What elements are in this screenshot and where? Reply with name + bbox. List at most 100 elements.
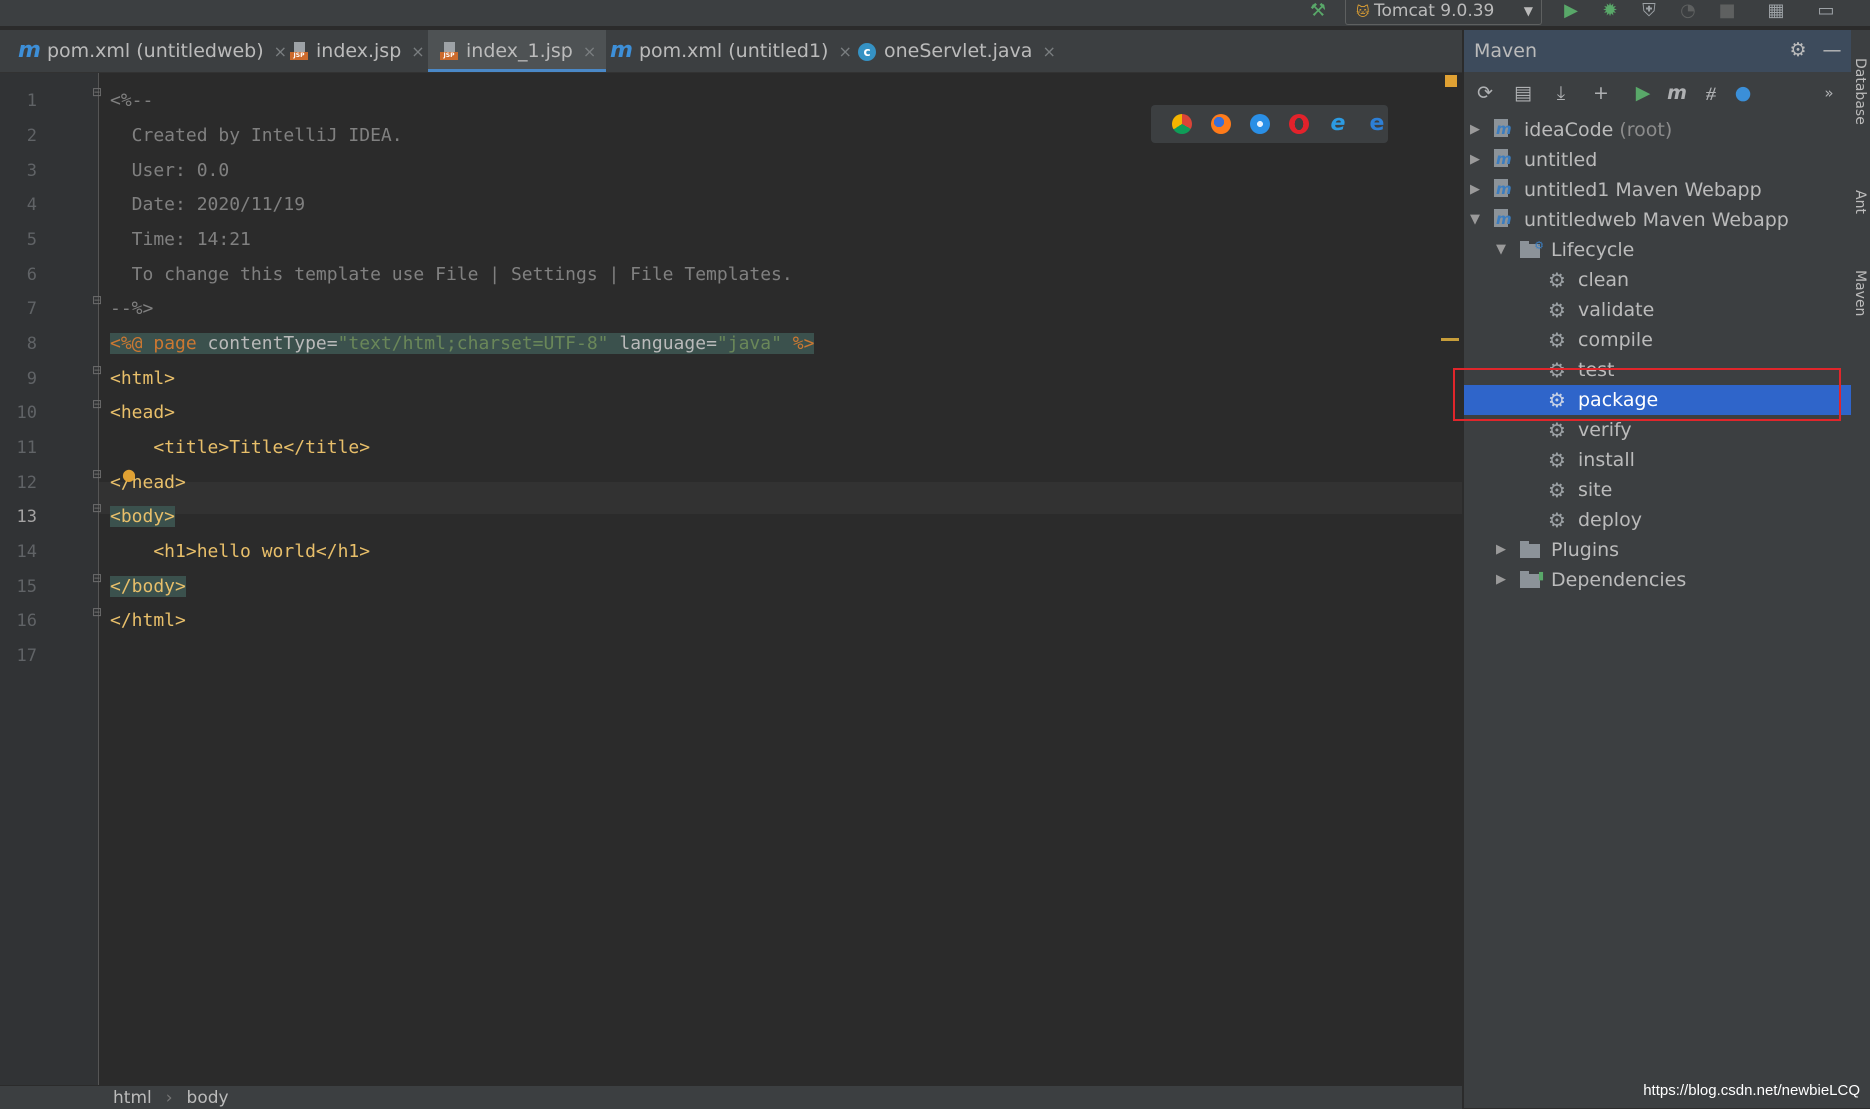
maven-title: Maven bbox=[1474, 40, 1538, 62]
tree-item-label: untitledweb Maven Webapp bbox=[1524, 209, 1789, 231]
code-line-7: --%> bbox=[110, 298, 154, 319]
tab-index-1-jsp[interactable]: JSP index_1.jsp × bbox=[428, 30, 607, 72]
expand-arrow-icon[interactable]: ▶ bbox=[1494, 565, 1508, 595]
run-icon[interactable]: ▶ bbox=[1630, 80, 1656, 106]
run-configuration-select[interactable]: 🐱 Tomcat 9.0.39 ▼ bbox=[1345, 0, 1542, 25]
collapse-arrow-icon[interactable]: ▼ bbox=[1494, 235, 1508, 265]
line-number: 8 bbox=[26, 334, 37, 354]
offline-icon[interactable]: ● bbox=[1730, 80, 1756, 106]
maven-project-icon: m bbox=[1494, 149, 1512, 168]
execute-goal-icon[interactable]: m bbox=[1664, 80, 1690, 106]
inspection-status-icon[interactable] bbox=[1445, 75, 1457, 87]
code-editor[interactable]: 1 2 3 4 5 6 7 8 9 10 11 12 13 14 15 16 1… bbox=[0, 73, 1462, 1085]
goal-validate[interactable]: ⚙ validate bbox=[1464, 295, 1851, 325]
skip-tests-icon[interactable]: ⧣ bbox=[1698, 80, 1724, 106]
fold-icon[interactable]: ⊟ bbox=[92, 572, 104, 584]
code-line-2: Created by IntelliJ IDEA. bbox=[110, 125, 403, 146]
tree-item-lifecycle[interactable]: ▼ ⚙ Lifecycle bbox=[1464, 235, 1851, 265]
stop-icon[interactable]: ■ bbox=[1714, 0, 1740, 24]
goal-compile[interactable]: ⚙ compile bbox=[1464, 325, 1851, 355]
coverage-icon[interactable]: ⛨ bbox=[1636, 0, 1662, 24]
line-number: 6 bbox=[26, 265, 37, 285]
minimize-icon[interactable]: — bbox=[1820, 38, 1844, 62]
fold-icon[interactable]: ⊟ bbox=[92, 468, 104, 480]
tomcat-icon: 🐱 bbox=[1356, 5, 1370, 20]
project-structure-icon[interactable]: ▦ bbox=[1763, 0, 1789, 24]
gear-icon: ⚙ bbox=[1548, 298, 1566, 322]
close-icon[interactable]: × bbox=[1042, 42, 1055, 61]
tab-pom-untitled1[interactable]: m pom.xml (untitled1) × bbox=[610, 30, 852, 72]
expand-arrow-icon[interactable]: ▶ bbox=[1468, 115, 1482, 145]
close-icon[interactable]: × bbox=[583, 42, 596, 61]
code-line-11: <title>Title</title> bbox=[110, 437, 371, 458]
profile-icon[interactable]: ◔ bbox=[1675, 0, 1701, 24]
code-line-8: <%@ page contentType="text/html;charset=… bbox=[110, 333, 815, 354]
tree-item-label: deploy bbox=[1578, 509, 1642, 531]
line-number: 7 bbox=[26, 299, 37, 319]
tab-pom-untitledweb[interactable]: m pom.xml (untitledweb) × bbox=[18, 30, 287, 72]
expand-arrow-icon[interactable]: ▶ bbox=[1468, 145, 1482, 175]
fold-icon[interactable]: ⊟ bbox=[92, 294, 104, 306]
close-icon[interactable]: × bbox=[411, 42, 424, 61]
expand-arrow-icon[interactable]: ▶ bbox=[1494, 535, 1508, 565]
opera-icon[interactable] bbox=[1289, 114, 1309, 134]
intention-bulb-icon[interactable]: ● bbox=[122, 465, 136, 484]
tree-item-plugins[interactable]: ▶ Plugins bbox=[1464, 535, 1851, 565]
collapse-arrow-icon[interactable]: ▼ bbox=[1468, 205, 1482, 235]
tree-item-untitled1[interactable]: ▶ m untitled1 Maven Webapp bbox=[1464, 175, 1851, 205]
goal-clean[interactable]: ⚙ clean bbox=[1464, 265, 1851, 295]
edge-icon[interactable]: e bbox=[1367, 113, 1387, 135]
tab-oneservlet-java[interactable]: c oneServlet.java × bbox=[858, 30, 1056, 72]
tree-item-untitled[interactable]: ▶ m untitled bbox=[1464, 145, 1851, 175]
tree-item-suffix: (root) bbox=[1619, 119, 1673, 141]
goal-deploy[interactable]: ⚙ deploy bbox=[1464, 505, 1851, 535]
code-line-1: <%-- bbox=[110, 90, 154, 111]
close-icon[interactable]: × bbox=[838, 42, 851, 61]
close-icon[interactable]: × bbox=[274, 42, 287, 61]
error-stripe-marker[interactable] bbox=[1441, 338, 1459, 341]
add-icon[interactable]: + bbox=[1588, 80, 1614, 106]
tab-label: index.jsp bbox=[316, 40, 402, 62]
fold-icon[interactable]: ⊟ bbox=[92, 398, 104, 410]
debug-icon[interactable]: ✹ bbox=[1597, 0, 1623, 24]
fold-icon[interactable]: ⊟ bbox=[92, 364, 104, 376]
tab-label: pom.xml (untitledweb) bbox=[46, 40, 264, 62]
terminal-icon[interactable]: ▭ bbox=[1813, 0, 1839, 24]
expand-arrow-icon[interactable]: ▶ bbox=[1468, 175, 1482, 205]
goal-site[interactable]: ⚙ site bbox=[1464, 475, 1851, 505]
fold-icon[interactable]: ⊟ bbox=[92, 86, 104, 98]
gear-icon[interactable]: ⚙ bbox=[1786, 38, 1810, 62]
code-line-13: <body> bbox=[110, 506, 176, 527]
safari-icon[interactable] bbox=[1250, 114, 1270, 134]
breadcrumb-item[interactable]: html bbox=[113, 1088, 152, 1108]
tree-item-ideacode[interactable]: ▶ m ideaCode (root) bbox=[1464, 115, 1851, 145]
open-in-browser-bar: e e bbox=[1151, 105, 1388, 143]
ie-icon[interactable]: e bbox=[1328, 113, 1348, 135]
tree-item-dependencies[interactable]: ▶ ▮ Dependencies bbox=[1464, 565, 1851, 595]
side-tab-ant[interactable]: Ant bbox=[1852, 190, 1868, 214]
fold-icon[interactable]: ⊟ bbox=[92, 502, 104, 514]
line-number: 11 bbox=[16, 438, 37, 458]
tree-item-label: untitled1 Maven Webapp bbox=[1524, 179, 1762, 201]
gear-icon: ⚙ bbox=[1548, 328, 1566, 352]
side-tab-database[interactable]: Database bbox=[1852, 58, 1868, 125]
goal-install[interactable]: ⚙ install bbox=[1464, 445, 1851, 475]
tree-item-label: clean bbox=[1578, 269, 1630, 291]
chrome-icon[interactable] bbox=[1172, 114, 1192, 134]
fold-icon[interactable]: ⊟ bbox=[92, 606, 104, 618]
side-tab-maven[interactable]: Maven bbox=[1852, 270, 1868, 316]
build-hammer-icon[interactable]: ⚒ bbox=[1305, 0, 1331, 24]
breadcrumb-item[interactable]: body bbox=[187, 1088, 229, 1108]
gear-icon: ⚙ bbox=[1548, 508, 1566, 532]
run-icon[interactable]: ▶ bbox=[1558, 0, 1584, 24]
firefox-icon[interactable] bbox=[1211, 114, 1231, 134]
generate-sources-icon[interactable]: ▤ bbox=[1510, 80, 1536, 106]
tree-item-untitledweb[interactable]: ▼ m untitledweb Maven Webapp bbox=[1464, 205, 1851, 235]
tab-index-jsp[interactable]: JSP index.jsp × bbox=[290, 30, 425, 72]
current-line-highlight bbox=[99, 482, 1462, 514]
download-icon[interactable]: ⤓ bbox=[1548, 80, 1574, 106]
tab-label: pom.xml (untitled1) bbox=[638, 40, 829, 62]
reload-icon[interactable]: ⟳ bbox=[1472, 80, 1498, 106]
editor-tab-bar: m pom.xml (untitledweb) × JSP index.jsp × JS… bbox=[0, 30, 1462, 73]
more-icon[interactable]: » bbox=[1816, 80, 1842, 106]
